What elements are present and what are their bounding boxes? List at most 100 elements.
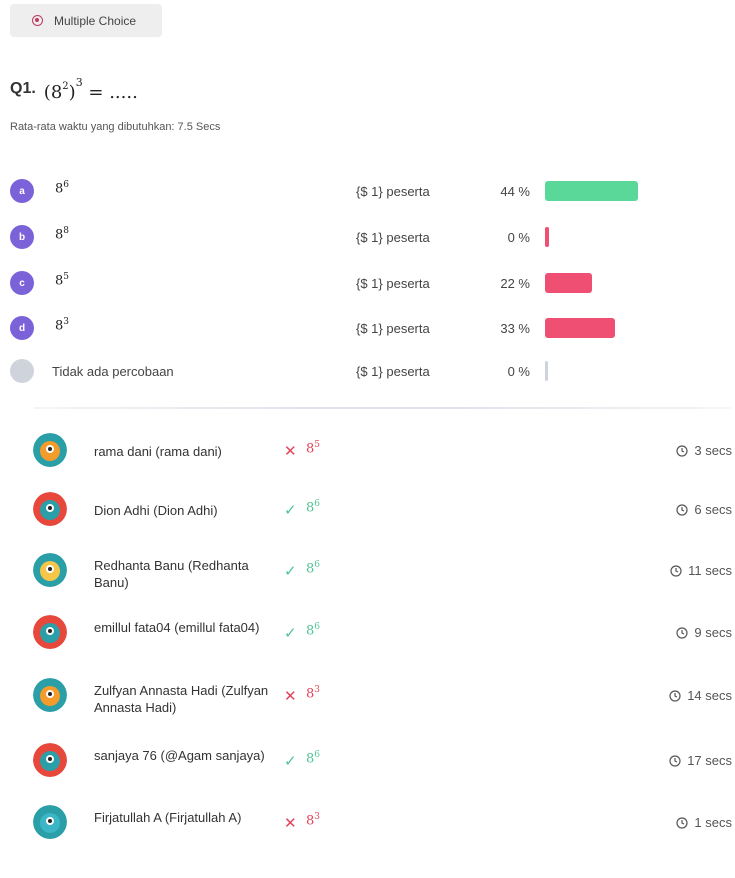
question-text: Q1. (82)3 = ..... — [10, 64, 138, 114]
response-time: 1 secs — [676, 815, 732, 830]
check-icon: ✓ — [284, 625, 297, 642]
question-tail: = ..... — [82, 81, 138, 103]
option-bar — [545, 227, 549, 247]
cross-icon: ✕ — [284, 815, 297, 832]
respondent-name: emillul fata04 (emillul fata04) — [94, 620, 260, 635]
response-row[interactable]: sanjaya 76 (@Agam sanjaya) ✓ 86 17 secs — [0, 733, 735, 793]
question-type-chip[interactable]: Multiple Choice — [10, 4, 162, 37]
response-time-text: 3 secs — [694, 443, 732, 458]
response-row[interactable]: Dion Adhi (Dion Adhi) ✓ 86 6 secs — [0, 482, 735, 542]
option-answer: 83 — [55, 317, 69, 333]
answer-exponent: 6 — [314, 622, 321, 632]
response-time-text: 11 secs — [688, 563, 732, 578]
response-time: 14 secs — [669, 688, 732, 703]
response-time-text: 6 secs — [694, 502, 732, 517]
response-row[interactable]: emillul fata04 (emillul fata04) ✓ 86 9 secs — [0, 605, 735, 665]
respondent-answer: 85 — [306, 440, 320, 456]
option-bar — [545, 181, 639, 201]
respondent-answer: 86 — [306, 499, 320, 515]
response-time-text: 14 secs — [687, 688, 732, 703]
option-participants: {$ 1} peserta — [356, 275, 430, 291]
question-outer-exponent: 3 — [75, 75, 83, 89]
clock-icon — [676, 626, 689, 639]
option-row-no-attempt: Tidak ada percobaan {$ 1} peserta 0 % — [10, 356, 730, 386]
response-time-text: 17 secs — [687, 753, 732, 768]
response-row[interactable]: Zulfyan Annasta Hadi (Zulfyan Annasta Ha… — [0, 668, 735, 728]
option-participants: {$ 1} peserta — [356, 320, 430, 336]
no-attempt-badge — [10, 359, 34, 383]
average-time: Rata-rata waktu yang dibutuhkan: 7.5 Sec… — [10, 121, 221, 133]
check-icon: ✓ — [284, 753, 297, 770]
response-time: 11 secs — [670, 563, 732, 578]
question-inner-exponent: 2 — [62, 80, 69, 92]
cross-icon: ✕ — [284, 688, 297, 705]
option-row-a[interactable]: a 86 {$ 1} peserta 44 % — [10, 176, 730, 206]
response-time: 6 secs — [676, 502, 732, 517]
respondent-name: Dion Adhi (Dion Adhi) — [94, 503, 218, 518]
respondent-name: Redhanta Banu (Redhanta Banu) — [94, 558, 249, 590]
option-bar — [545, 318, 615, 338]
option-percent: 0 % — [507, 363, 530, 379]
respondent-answer: 86 — [306, 560, 320, 576]
option-bar — [545, 273, 592, 293]
option-answer: 86 — [55, 180, 69, 196]
respondent-answer: 83 — [306, 685, 320, 701]
option-letter-badge: b — [10, 225, 34, 249]
avatar — [33, 433, 67, 467]
response-time: 3 secs — [676, 443, 732, 458]
avatar — [33, 553, 67, 587]
avatar — [33, 805, 67, 839]
answer-exponent: 6 — [314, 750, 321, 760]
clock-icon — [669, 689, 681, 702]
response-time-text: 1 secs — [694, 815, 732, 830]
response-time-text: 9 secs — [694, 625, 732, 640]
respondent-name: Zulfyan Annasta Hadi (Zulfyan Annasta Ha… — [94, 683, 269, 715]
option-answer: 85 — [55, 272, 69, 288]
option-answer: 88 — [55, 226, 69, 242]
clock-icon — [670, 564, 682, 577]
option-percent: 0 % — [507, 229, 530, 245]
option-participants: {$ 1} peserta — [356, 229, 430, 245]
avatar — [33, 615, 67, 649]
question-base: 8 — [50, 81, 63, 103]
answer-exponent: 5 — [314, 440, 321, 450]
option-letter-badge: a — [10, 179, 34, 203]
respondent-answer: 86 — [306, 750, 320, 766]
clock-icon — [676, 503, 689, 516]
option-bar — [545, 361, 548, 381]
option-letter-badge: d — [10, 316, 34, 340]
respondent-name: sanjaya 76 (@Agam sanjaya) — [94, 748, 265, 763]
question-expression: (82)3 = ..... — [43, 75, 138, 103]
option-participants: {$ 1} peserta — [356, 183, 430, 199]
avatar — [33, 743, 67, 777]
avatar — [33, 492, 67, 526]
clock-icon — [669, 754, 681, 767]
question-number: Q1. — [10, 80, 36, 97]
no-attempt-label: Tidak ada percobaan — [52, 363, 174, 379]
respondent-answer: 83 — [306, 812, 320, 828]
answer-exponent: 6 — [314, 560, 321, 570]
option-letter-badge: c — [10, 271, 34, 295]
respondent-name: Firjatullah A (Firjatullah A) — [94, 810, 242, 825]
option-participants: {$ 1} peserta — [356, 363, 430, 379]
option-row-d[interactable]: d 83 {$ 1} peserta 33 % — [10, 313, 730, 343]
option-exponent: 8 — [63, 226, 70, 236]
answer-exponent: 3 — [314, 685, 321, 695]
option-percent: 22 % — [500, 275, 530, 291]
response-time: 17 secs — [669, 753, 732, 768]
response-row[interactable]: Firjatullah A (Firjatullah A) ✕ 83 1 secs — [0, 795, 735, 855]
option-exponent: 5 — [63, 272, 70, 282]
clock-icon — [676, 444, 689, 457]
option-percent: 33 % — [500, 320, 530, 336]
question-type-label: Multiple Choice — [54, 13, 137, 28]
avatar — [33, 678, 67, 712]
cross-icon: ✕ — [284, 443, 297, 460]
radio-icon — [32, 15, 43, 26]
response-row[interactable]: rama dani (rama dani) ✕ 85 3 secs — [0, 423, 735, 483]
answer-exponent: 3 — [314, 812, 321, 822]
option-row-c[interactable]: c 85 {$ 1} peserta 22 % — [10, 268, 730, 298]
option-exponent: 3 — [63, 317, 70, 327]
response-time: 9 secs — [676, 625, 732, 640]
option-row-b[interactable]: b 88 {$ 1} peserta 0 % — [10, 222, 730, 252]
response-row[interactable]: Redhanta Banu (Redhanta Banu) ✓ 86 11 secs — [0, 543, 735, 603]
